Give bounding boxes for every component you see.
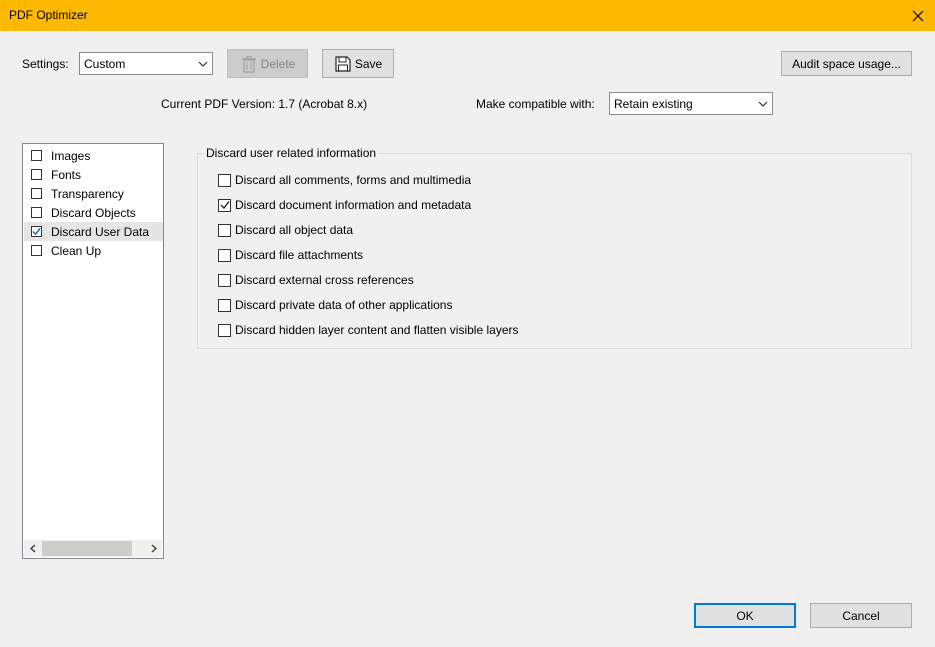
option-checkbox[interactable] (218, 248, 231, 262)
scrollbar-thumb[interactable] (42, 541, 132, 556)
save-label: Save (354, 56, 383, 71)
checkmark-icon (220, 201, 230, 210)
scroll-left-icon[interactable] (24, 540, 41, 557)
option-discard-private-data[interactable]: Discard private data of other applicatio… (218, 297, 452, 313)
delete-button[interactable]: Delete (227, 49, 308, 78)
list-item-transparency[interactable]: Transparency (24, 184, 163, 203)
cancel-label: Cancel (842, 608, 880, 623)
option-checkbox[interactable] (218, 323, 231, 337)
images-checkbox[interactable] (31, 150, 42, 161)
option-checkbox[interactable] (218, 198, 231, 212)
audit-space-usage-button[interactable]: Audit space usage... (781, 51, 912, 76)
settings-value: Custom (84, 57, 126, 71)
transparency-checkbox[interactable] (31, 188, 42, 199)
option-label: Discard hidden layer content and flatten… (235, 323, 519, 337)
option-label: Discard file attachments (235, 248, 364, 262)
delete-label: Delete (260, 56, 296, 71)
close-icon (912, 10, 924, 21)
option-checkbox[interactable] (218, 223, 231, 237)
option-discard-metadata[interactable]: Discard document information and metadat… (218, 197, 471, 213)
group-title: Discard user related information (204, 146, 379, 160)
settings-dropdown[interactable]: Custom (79, 52, 213, 75)
chevron-down-icon (754, 93, 772, 114)
discard-user-data-checkbox[interactable] (31, 226, 42, 237)
ok-button[interactable]: OK (694, 603, 796, 628)
checkmark-icon (32, 227, 41, 236)
list-item-label: Discard User Data (51, 224, 150, 239)
option-discard-hidden-layers[interactable]: Discard hidden layer content and flatten… (218, 322, 519, 338)
close-button[interactable] (901, 0, 935, 31)
option-discard-comments[interactable]: Discard all comments, forms and multimed… (218, 172, 471, 188)
title-bar: PDF Optimizer (0, 0, 935, 31)
compat-label: Make compatible with: (476, 97, 595, 111)
horizontal-scrollbar[interactable] (24, 540, 162, 557)
cancel-button[interactable]: Cancel (810, 603, 912, 628)
option-discard-object-data[interactable]: Discard all object data (218, 222, 353, 238)
option-label: Discard private data of other applicatio… (235, 298, 453, 312)
option-label: Discard all comments, forms and multimed… (235, 173, 472, 187)
option-discard-cross-refs[interactable]: Discard external cross references (218, 272, 414, 288)
list-item-discard-user-data[interactable]: Discard User Data (24, 222, 163, 241)
chevron-down-icon (194, 53, 212, 74)
list-item-clean-up[interactable]: Clean Up (24, 241, 163, 260)
ok-label: OK (736, 608, 754, 623)
list-item-images[interactable]: Images (24, 146, 163, 165)
settings-label: Settings: (22, 57, 69, 71)
list-item-label: Fonts (51, 167, 82, 182)
list-item-label: Images (51, 148, 91, 163)
fonts-checkbox[interactable] (31, 169, 42, 180)
window-title: PDF Optimizer (9, 8, 88, 22)
option-label: Discard all object data (235, 223, 354, 237)
option-checkbox[interactable] (218, 173, 231, 187)
current-pdf-version: Current PDF Version: 1.7 (Acrobat 8.x) (161, 97, 368, 111)
save-button[interactable]: Save (322, 49, 394, 78)
option-checkbox[interactable] (218, 298, 231, 312)
scroll-right-icon[interactable] (145, 540, 162, 557)
list-item-label: Discard Objects (51, 205, 136, 220)
compat-value: Retain existing (614, 97, 693, 111)
category-list[interactable]: Images Fonts Transparency Discard Object… (22, 143, 164, 559)
list-item-label: Transparency (51, 186, 124, 201)
option-discard-attachments[interactable]: Discard file attachments (218, 247, 363, 263)
trash-icon (240, 55, 258, 73)
list-item-discard-objects[interactable]: Discard Objects (24, 203, 163, 222)
clean-up-checkbox[interactable] (31, 245, 42, 256)
option-label: Discard document information and metadat… (235, 198, 472, 212)
list-item-fonts[interactable]: Fonts (24, 165, 163, 184)
list-item-label: Clean Up (51, 243, 102, 258)
option-label: Discard external cross references (235, 273, 414, 287)
audit-label: Audit space usage... (792, 56, 901, 71)
discard-objects-checkbox[interactable] (31, 207, 42, 218)
option-checkbox[interactable] (218, 273, 231, 287)
compat-dropdown[interactable]: Retain existing (609, 92, 773, 115)
floppy-disk-icon (334, 55, 352, 73)
